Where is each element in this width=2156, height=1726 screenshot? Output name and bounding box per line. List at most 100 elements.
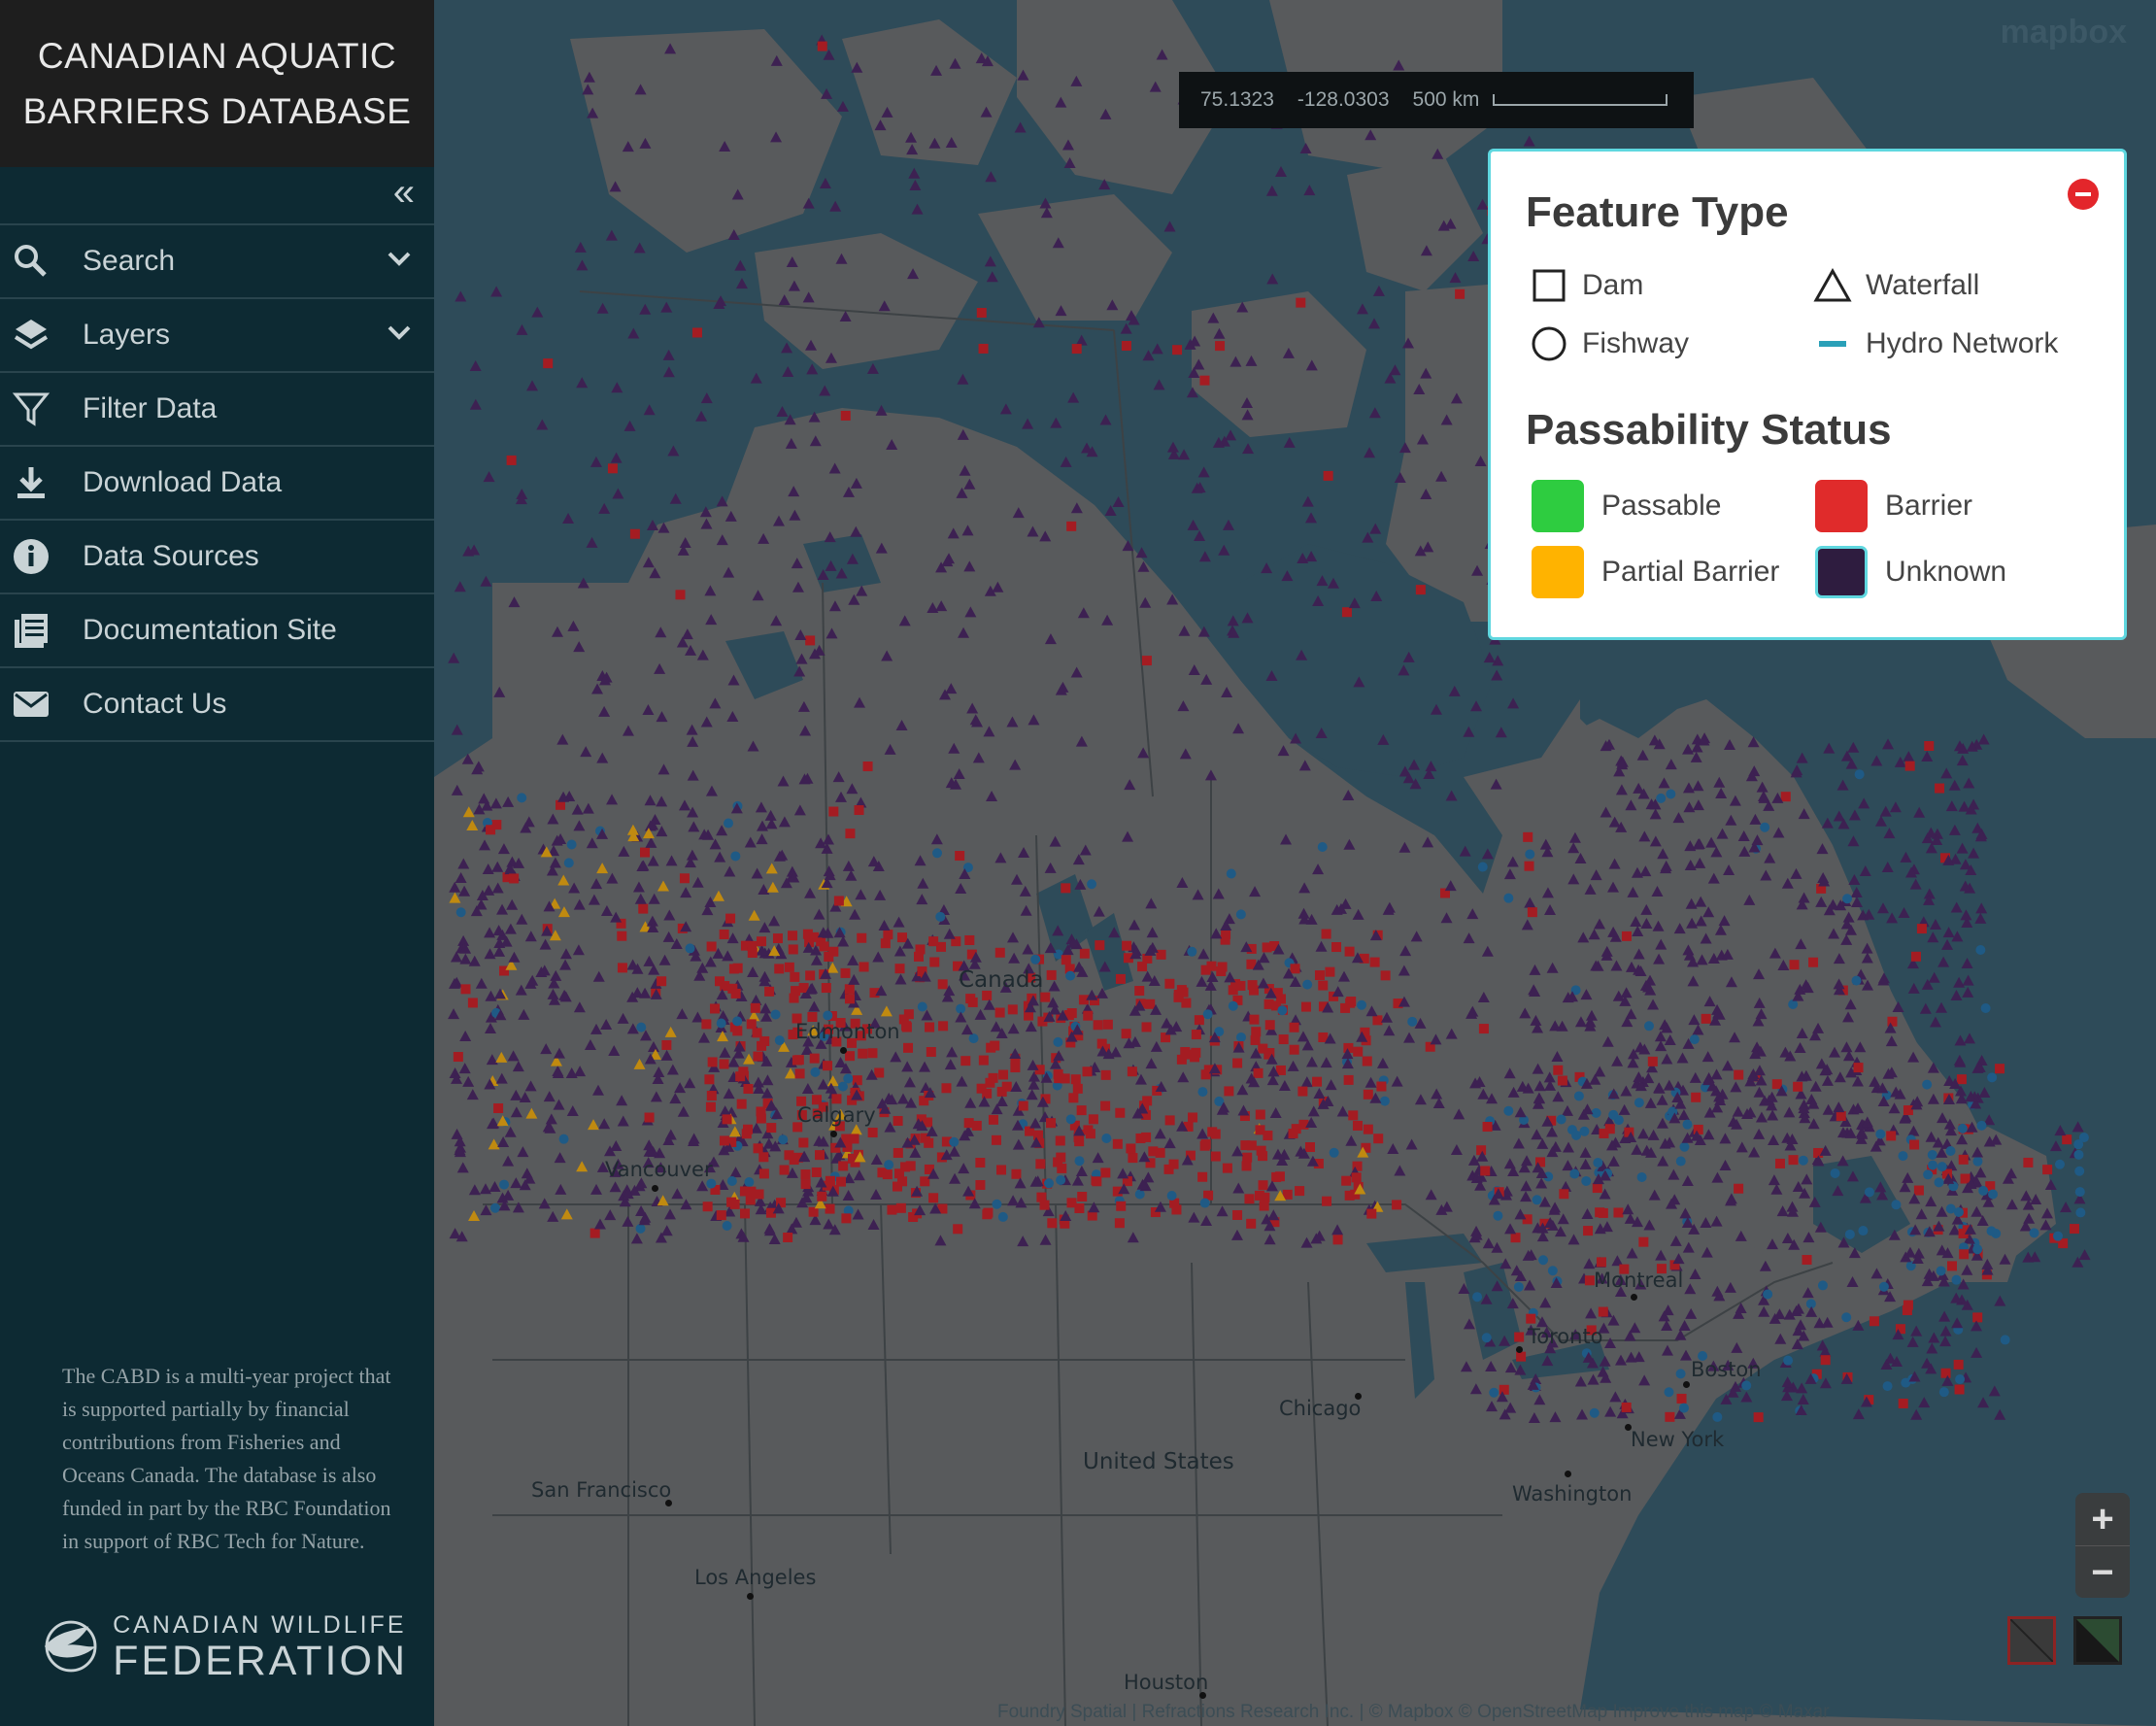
dam-marker[interactable] [905,1161,916,1171]
dam-marker[interactable] [1638,1236,1649,1247]
dam-marker[interactable] [1199,1140,1210,1151]
dam-marker[interactable] [1134,986,1145,997]
fishway-marker[interactable] [1589,1407,1600,1418]
collapse-sidebar-button[interactable]: « [0,167,434,225]
dam-marker[interactable] [1164,1115,1175,1126]
fishway-marker[interactable] [1636,1171,1647,1182]
fishway-marker[interactable] [1898,1151,1908,1162]
minus-circle-icon[interactable] [2068,179,2099,210]
dam-marker[interactable] [1296,297,1306,308]
dam-marker[interactable] [1046,1118,1057,1129]
dam-marker[interactable] [784,962,794,972]
fishway-marker[interactable] [566,839,577,850]
dam-marker[interactable] [1242,1152,1253,1163]
fishway-marker[interactable] [932,848,943,859]
fishway-marker[interactable] [997,1211,1008,1222]
dam-marker[interactable] [1959,1249,1970,1260]
dam-marker[interactable] [1947,1261,1958,1271]
fishway-marker[interactable] [1030,954,1041,965]
fishway-marker[interactable] [968,1033,979,1044]
dam-marker[interactable] [1232,1058,1243,1068]
dam-marker[interactable] [1036,1192,1047,1202]
dam-marker[interactable] [994,1007,1005,1018]
dam-marker[interactable] [1524,861,1534,871]
fishway-marker[interactable] [1591,1107,1601,1118]
dam-marker[interactable] [2042,1165,2053,1175]
fishway-marker[interactable] [730,851,741,862]
dam-marker[interactable] [1621,931,1632,941]
dam-marker[interactable] [1047,1218,1058,1229]
fishway-marker[interactable] [1053,1036,1063,1047]
dam-marker[interactable] [862,761,873,772]
dam-marker[interactable] [1053,1068,1063,1079]
dam-marker[interactable] [1887,1016,1898,1027]
fishway-marker[interactable] [1569,1168,1580,1179]
fishway-marker[interactable] [499,1179,510,1190]
dam-marker[interactable] [1102,1019,1113,1030]
dam-marker[interactable] [1061,955,1071,965]
dam-marker[interactable] [794,1068,805,1079]
cwf-logo[interactable]: CANADIAN WILDLIFE FEDERATION [39,1603,408,1690]
dam-marker[interactable] [840,967,851,978]
fishway-marker[interactable] [1957,1123,1968,1134]
zoom-out-button[interactable]: − [2075,1546,2130,1599]
dam-marker[interactable] [845,829,856,839]
dam-marker[interactable] [617,963,627,973]
fishway-marker[interactable] [1972,1244,1983,1255]
dam-marker[interactable] [1344,946,1355,957]
fishway-marker[interactable] [1976,1120,1987,1131]
dam-marker[interactable] [926,1047,936,1058]
dam-marker[interactable] [937,979,948,990]
dam-marker[interactable] [1206,961,1217,971]
fishway-marker[interactable] [1087,879,1097,890]
dam-marker[interactable] [953,1224,963,1235]
dam-marker[interactable] [1071,344,1082,355]
fishway-marker[interactable] [1844,1229,1855,1239]
fishway-marker[interactable] [2054,1159,2065,1169]
dam-marker[interactable] [867,1048,878,1059]
dam-marker[interactable] [928,936,939,947]
dam-marker[interactable] [1068,1093,1079,1103]
dam-marker[interactable] [732,1026,743,1036]
dam-marker[interactable] [788,931,798,941]
fishway-marker[interactable] [1571,1130,1582,1140]
dam-marker[interactable] [706,941,717,952]
dam-marker[interactable] [1066,521,1077,531]
dam-marker[interactable] [1289,1022,1299,1032]
dam-marker[interactable] [844,984,855,995]
fishway-marker[interactable] [1927,1149,1937,1160]
dam-marker[interactable] [1255,1125,1265,1135]
dam-marker[interactable] [840,410,851,421]
fishway-marker[interactable] [1951,1274,1962,1285]
fishway-marker[interactable] [1302,979,1313,990]
dam-marker[interactable] [1288,1129,1298,1139]
dam-marker[interactable] [941,1083,952,1094]
dam-marker[interactable] [1853,1063,1864,1073]
dam-marker[interactable] [1341,1175,1352,1186]
fishway-marker[interactable] [1532,1195,1542,1205]
fishway-marker[interactable] [1928,1160,1938,1170]
dam-marker[interactable] [998,1069,1009,1080]
dam-marker[interactable] [924,1137,934,1148]
fishway-marker[interactable] [1760,822,1770,832]
dam-marker[interactable] [1127,1066,1137,1077]
map-attribution[interactable]: Foundry Spatial | Refractions Research I… [997,1702,1830,1723]
dam-marker[interactable] [590,1228,600,1238]
dam-marker[interactable] [750,1002,760,1013]
dam-marker[interactable] [844,994,855,1004]
dam-marker[interactable] [838,1161,849,1171]
dam-marker[interactable] [982,1209,993,1220]
dam-marker[interactable] [967,997,978,1007]
dam-marker[interactable] [1082,1066,1093,1077]
dam-marker[interactable] [1263,998,1274,1009]
fishway-marker[interactable] [884,1160,894,1170]
dam-marker[interactable] [833,896,844,906]
dam-marker[interactable] [1373,1134,1384,1144]
fishway-marker[interactable] [837,1081,848,1092]
dam-marker[interactable] [1526,1313,1536,1324]
dam-marker[interactable] [1221,929,1231,939]
fishway-marker[interactable] [1972,1156,1983,1167]
dam-marker[interactable] [1583,1226,1594,1236]
dam-marker[interactable] [1691,1092,1701,1102]
fishway-marker[interactable] [1513,1281,1524,1292]
